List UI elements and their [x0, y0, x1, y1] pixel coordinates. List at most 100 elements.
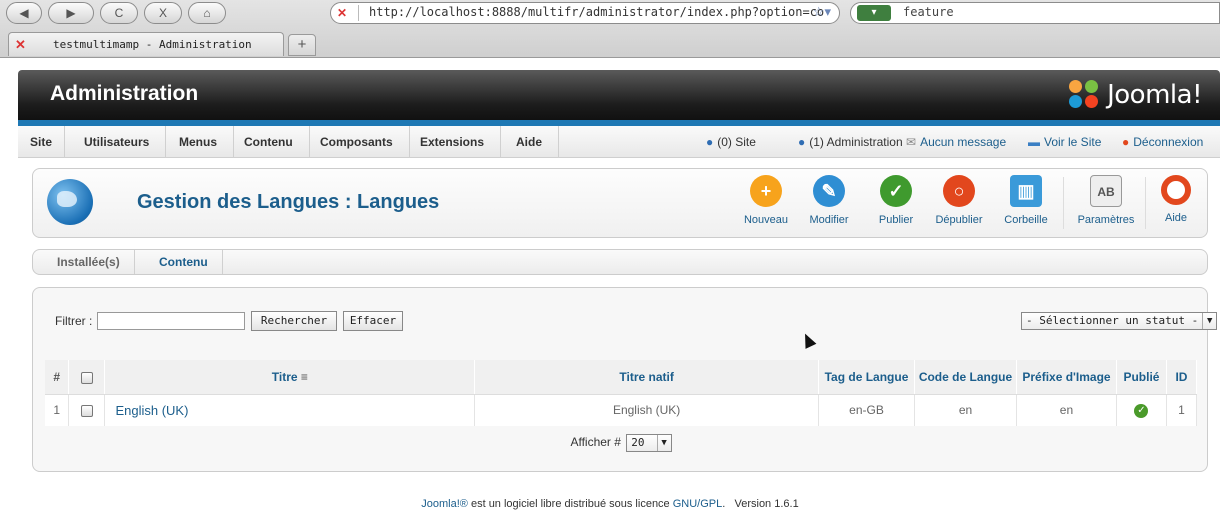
forward-button[interactable]: ▶ — [48, 2, 94, 24]
trash-label: Corbeille — [1004, 214, 1048, 226]
toolbar-divider — [1145, 177, 1146, 229]
languages-globe-icon — [47, 179, 93, 225]
site-users-label: (0) Site — [717, 135, 756, 149]
row-num: 1 — [45, 394, 70, 426]
admin-title: Administration — [50, 82, 199, 105]
row-native-title: English (UK) — [474, 394, 820, 426]
language-subtabs: Installée(s) Contenu — [32, 249, 1208, 275]
search-engine-icon[interactable]: ▾ — [857, 5, 891, 21]
home-button[interactable]: ⌂ — [188, 2, 226, 24]
col-title[interactable]: Titre ≡ — [104, 360, 476, 395]
unpublish-icon: ○ — [943, 175, 975, 207]
menu-components[interactable]: Composants — [304, 126, 410, 158]
chevron-down-icon: ▼ — [1202, 313, 1216, 329]
table-header-row: # Titre ≡ Titre natif Tag de Langue Code… — [45, 360, 1198, 395]
row-lang-tag: en-GB — [818, 394, 915, 426]
plus-icon: + — [750, 175, 782, 207]
new-tab-button[interactable]: + — [288, 34, 316, 56]
col-select-all — [68, 360, 106, 395]
publish-label: Publier — [878, 214, 914, 226]
col-native-title[interactable]: Titre natif — [474, 360, 820, 395]
browser-search-bar[interactable]: ▾ feature — [850, 2, 1220, 24]
clear-button[interactable]: Effacer — [343, 311, 403, 331]
col-title-label: Titre — [271, 369, 298, 384]
tab-installed[interactable]: Installée(s) — [43, 250, 135, 274]
select-all-checkbox[interactable] — [80, 371, 93, 384]
edit-label: Modifier — [809, 214, 849, 226]
languages-table: # Titre ≡ Titre natif Tag de Langue Code… — [45, 360, 1198, 426]
tab-content[interactable]: Contenu — [145, 250, 223, 274]
trash-icon: ▥ — [1010, 175, 1042, 207]
url-bar[interactable]: ✕ http://localhost:8888/multifr/administ… — [330, 2, 840, 24]
col-image-prefix[interactable]: Préfixe d'Image — [1016, 360, 1117, 395]
users-icon: ● — [798, 135, 806, 149]
tab-favicon: ✕ — [15, 37, 26, 52]
filter-label: Filtrer : — [55, 314, 93, 328]
menu-content[interactable]: Contenu — [228, 126, 310, 158]
users-icon: ● — [706, 135, 714, 149]
browser-tab[interactable]: ✕ testmultimamp - Administration — [8, 32, 284, 56]
menu-extensions[interactable]: Extensions — [404, 126, 502, 158]
pagination: Afficher # 20 ▼ — [33, 434, 1209, 452]
page-toolbar: Gestion des Langues : Langues + Nouveau … — [32, 168, 1208, 238]
published-check-icon[interactable]: ✓ — [1134, 404, 1149, 419]
back-button[interactable]: ◀ — [6, 2, 42, 24]
params-icon: AB — [1090, 175, 1122, 207]
joomla-logo-text: Joomla! — [1107, 80, 1202, 110]
new-button[interactable]: + Nouveau — [741, 175, 791, 233]
reload-icon: C — [114, 6, 124, 20]
row-title[interactable]: English (UK) — [104, 394, 476, 426]
col-lang-tag[interactable]: Tag de Langue — [818, 360, 915, 395]
display-count-label: Afficher # — [570, 435, 621, 450]
col-lang-code[interactable]: Code de Langue — [914, 360, 1017, 395]
messages-label: Aucun message — [920, 135, 1007, 149]
footer-dot: . — [722, 498, 735, 510]
help-button[interactable]: Aide — [1155, 175, 1197, 233]
footer-text: est un logiciel libre distribué sous lic… — [467, 498, 673, 510]
display-count-value: 20 — [631, 436, 645, 449]
reload-button[interactable]: C — [100, 2, 138, 24]
license-link[interactable]: GNU/GPL — [673, 498, 723, 510]
col-id[interactable]: ID — [1166, 360, 1198, 395]
view-site-link[interactable]: ▬ Voir le Site — [1028, 126, 1101, 158]
publish-button[interactable]: ✓ Publier — [873, 175, 919, 233]
browser-nav-row: ◀ ▶ C X ⌂ ✕ http://localhost:8888/multif… — [0, 0, 1220, 30]
stop-icon: X — [158, 6, 167, 20]
col-published[interactable]: Publié — [1116, 360, 1167, 395]
display-count-select[interactable]: 20 ▼ — [626, 434, 672, 452]
stop-button[interactable]: X — [144, 2, 182, 24]
table-row: 1 English (UK) English (UK) en-GB en en … — [45, 394, 1198, 426]
logout-link[interactable]: ● Déconnexion — [1122, 126, 1203, 158]
edit-button[interactable]: ✎ Modifier — [803, 175, 855, 233]
row-id: 1 — [1166, 394, 1198, 426]
new-label: Nouveau — [743, 214, 789, 226]
trash-button[interactable]: ▥ Corbeille — [999, 175, 1053, 233]
unpublish-button[interactable]: ○ Dépublier — [929, 175, 989, 233]
row-checkbox[interactable] — [80, 405, 93, 418]
forward-arrow-icon: ▶ — [66, 6, 76, 20]
view-site-label: Voir le Site — [1044, 135, 1102, 149]
chevron-down-icon: ▼ — [656, 435, 671, 451]
menu-site[interactable]: Site — [18, 126, 66, 158]
logout-label: Déconnexion — [1133, 135, 1204, 149]
menu-menus[interactable]: Menus — [163, 126, 235, 158]
admin-users-label: (1) Administration — [809, 135, 903, 149]
params-button[interactable]: AB Paramètres — [1073, 175, 1139, 233]
browser-tab-row: ✕ testmultimamp - Administration + — [0, 30, 1220, 58]
joomla-link[interactable]: Joomla!® — [421, 498, 468, 510]
home-icon: ⌂ — [203, 6, 211, 20]
search-button[interactable]: Rechercher — [251, 311, 337, 331]
bookmark-star-icon[interactable]: ☆▾ — [813, 4, 831, 20]
filter-input[interactable] — [97, 312, 245, 330]
languages-panel: Filtrer : Rechercher Effacer - Sélection… — [32, 287, 1218, 472]
monitor-icon: ▬ — [1028, 135, 1040, 149]
footer: Joomla!® est un logiciel libre distribué… — [0, 498, 1220, 510]
back-arrow-icon: ◀ — [19, 6, 29, 20]
status-select[interactable]: - Sélectionner un statut - ▼ — [1021, 312, 1218, 330]
admin-menu-bar: Site Utilisateurs Menus Contenu Composan… — [18, 126, 1220, 158]
menu-help[interactable]: Aide — [500, 126, 560, 158]
pencil-icon: ✎ — [813, 175, 845, 207]
joomla-logo-icon — [1069, 80, 1101, 110]
menu-users[interactable]: Utilisateurs — [68, 126, 167, 158]
messages-link[interactable]: ✉ Aucun message — [906, 126, 1006, 158]
